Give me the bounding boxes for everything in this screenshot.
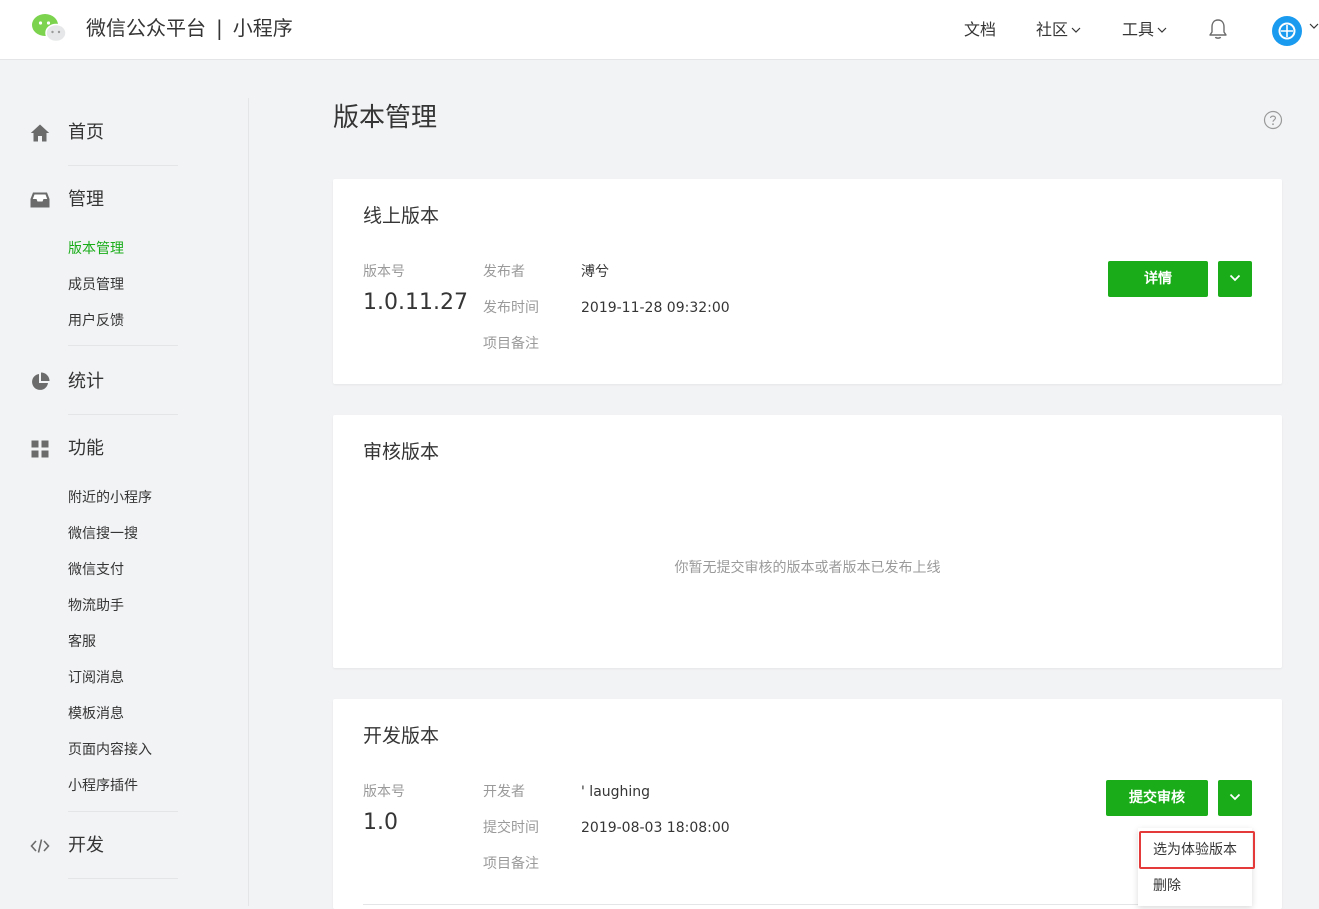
chevron-down-icon (1229, 793, 1241, 801)
sidebar-group-manage-label: 管理 (68, 189, 104, 210)
chevron-down-icon[interactable] (1309, 23, 1319, 29)
publisher-value: 溥兮 (581, 264, 609, 280)
online-version-number: 1.0.11.27 (363, 290, 468, 315)
sidebar-divider (248, 98, 249, 906)
submit-time-value: 2019-08-03 18:08:00 (581, 820, 730, 836)
sidebar-item-logistics[interactable]: 物流助手 (68, 596, 124, 616)
avatar[interactable] (1272, 16, 1302, 46)
home-icon (30, 124, 50, 142)
sidebar-divider (68, 345, 178, 346)
brand-separator: | (216, 16, 223, 40)
dev-more-button[interactable] (1218, 780, 1252, 816)
pie-chart-icon (32, 372, 50, 390)
sidebar-item-version-management[interactable]: 版本管理 (68, 239, 124, 259)
sidebar-item-wechat-pay[interactable]: 微信支付 (68, 560, 124, 580)
version-label: 版本号 (363, 784, 405, 800)
top-bar: 微信公众平台 | 小程序 文档 社区 工具 (0, 0, 1319, 60)
sidebar-item-user-feedback[interactable]: 用户反馈 (68, 311, 124, 331)
sidebar-group-develop-label: 开发 (68, 835, 104, 856)
chevron-down-icon (1071, 27, 1081, 33)
nav-docs[interactable]: 文档 (964, 18, 996, 42)
publisher-label: 发布者 (483, 264, 525, 280)
sidebar-item-page-content[interactable]: 页面内容接入 (68, 740, 152, 760)
sidebar-divider (68, 414, 178, 415)
sidebar-item-subscribe-message[interactable]: 订阅消息 (68, 668, 124, 688)
brand-title[interactable]: 微信公众平台 | 小程序 (86, 15, 293, 41)
sidebar-divider (68, 165, 178, 166)
inbox-icon (30, 192, 50, 208)
nav-tools-label: 工具 (1122, 20, 1155, 39)
sidebar-divider (68, 878, 178, 879)
highlight-box (1139, 831, 1255, 869)
card-divider (363, 904, 1138, 905)
submit-time-label: 提交时间 (483, 820, 539, 836)
sidebar-group-features-label: 功能 (68, 438, 104, 459)
brand-name: 微信公众平台 (86, 16, 206, 40)
dev-version-title: 开发版本 (363, 725, 440, 747)
review-version-title: 审核版本 (363, 441, 440, 463)
help-icon[interactable] (1263, 110, 1283, 130)
wechat-logo-icon[interactable] (30, 12, 68, 44)
grid-icon (31, 440, 49, 458)
developer-value: ' laughing (581, 784, 651, 800)
chevron-down-icon (1157, 27, 1167, 33)
sidebar-item-customer-service[interactable]: 客服 (68, 632, 96, 652)
sidebar-item-nearby-miniprogram[interactable]: 附近的小程序 (68, 488, 152, 508)
avatar-glyph-icon (1278, 22, 1296, 40)
page-title: 版本管理 (333, 103, 438, 133)
nav-community[interactable]: 社区 (1036, 18, 1081, 42)
bell-icon[interactable] (1207, 17, 1229, 41)
chevron-down-icon (1229, 274, 1241, 282)
online-more-button[interactable] (1218, 261, 1252, 297)
review-version-card: 审核版本 你暂无提交审核的版本或者版本已发布上线 (333, 415, 1282, 668)
sidebar-group-stats-label: 统计 (68, 371, 104, 392)
review-empty-text: 你暂无提交审核的版本或者版本已发布上线 (674, 560, 941, 576)
sidebar-item-plugins[interactable]: 小程序插件 (68, 776, 138, 796)
note-label: 项目备注 (483, 336, 539, 352)
brand-sub: 小程序 (232, 16, 293, 40)
sidebar-group-home-label: 首页 (68, 122, 104, 143)
developer-label: 开发者 (483, 784, 525, 800)
sidebar-item-member-management[interactable]: 成员管理 (68, 275, 124, 295)
sidebar-divider (68, 811, 178, 812)
publish-time-label: 发布时间 (483, 300, 539, 316)
version-label: 版本号 (363, 264, 405, 280)
nav-docs-label: 文档 (964, 20, 997, 39)
publish-time-value: 2019-11-28 09:32:00 (581, 300, 730, 316)
online-version-title: 线上版本 (363, 205, 440, 227)
dev-version-number: 1.0 (363, 810, 398, 835)
nav-community-label: 社区 (1036, 20, 1069, 39)
nav-tools[interactable]: 工具 (1122, 18, 1167, 42)
detail-button[interactable]: 详情 (1108, 261, 1208, 297)
sidebar-item-wechat-search[interactable]: 微信搜一搜 (68, 524, 138, 544)
sidebar-item-template-message[interactable]: 模板消息 (68, 704, 124, 724)
menu-item-delete[interactable]: 删除 (1153, 876, 1181, 896)
online-version-card: 线上版本 版本号 1.0.11.27 发布者 溥兮 发布时间 2019-11-2… (333, 179, 1282, 384)
code-icon (30, 839, 50, 853)
note-label: 项目备注 (483, 856, 539, 872)
submit-review-button[interactable]: 提交审核 (1106, 780, 1208, 816)
